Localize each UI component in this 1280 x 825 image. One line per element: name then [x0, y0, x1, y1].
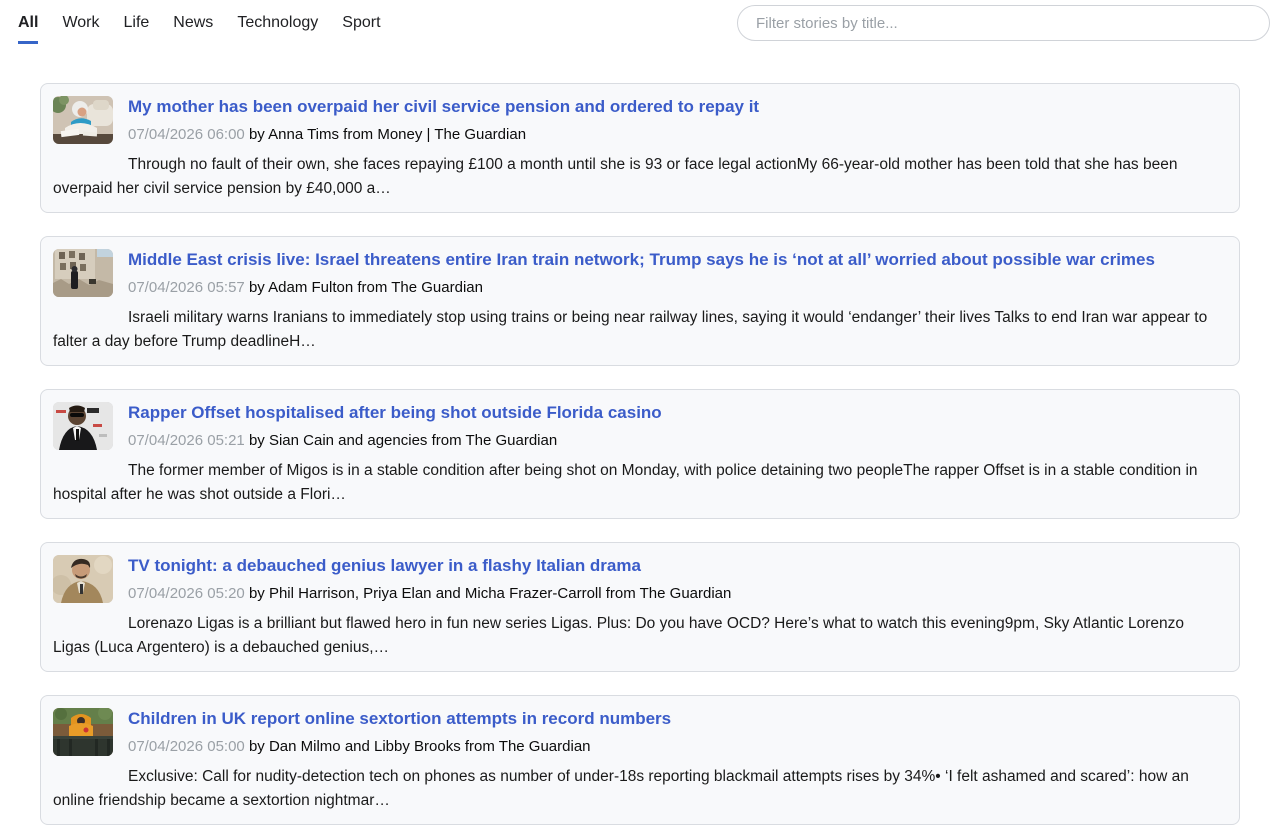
story-byline: by Phil Harrison, Priya Elan and Micha F… — [249, 585, 731, 602]
tab-news[interactable]: News — [173, 13, 213, 41]
story-byline: by Sian Cain and agencies from The Guard… — [249, 432, 557, 449]
story-meta: 07/04/2026 05:21 by Sian Cain and agenci… — [53, 431, 1225, 450]
elderly-woman-illustration — [53, 96, 113, 144]
destroyed-building-illustration — [53, 249, 113, 297]
man-in-sunglasses-illustration — [53, 402, 113, 450]
story-title-link[interactable]: TV tonight: a debauched genius lawyer in… — [53, 555, 1225, 576]
person-in-orange-hoodie-illustration — [53, 708, 113, 756]
story-date: 07/04/2026 06:00 — [128, 126, 245, 143]
tab-sport[interactable]: Sport — [342, 13, 380, 41]
story-thumbnail-offset-image — [53, 402, 113, 450]
story-meta: 07/04/2026 05:20 by Phil Harrison, Priya… — [53, 584, 1225, 603]
story-byline: by Adam Fulton from The Guardian — [249, 279, 483, 296]
man-in-brown-suit-illustration — [53, 555, 113, 603]
tab-work[interactable]: Work — [62, 13, 99, 41]
story-date: 07/04/2026 05:21 — [128, 432, 245, 449]
story-thumbnail-hoodie-image — [53, 708, 113, 756]
filter-container — [737, 5, 1270, 41]
story-title-link[interactable]: Middle East crisis live: Israel threaten… — [53, 249, 1225, 270]
story-thumbnail-elderly-woman-image — [53, 96, 113, 144]
story-card: TV tonight: a debauched genius lawyer in… — [40, 542, 1240, 672]
story-excerpt: Exclusive: Call for nudity-detection tec… — [53, 765, 1225, 813]
story-card: Children in UK report online sextortion … — [40, 695, 1240, 825]
story-thumbnail-rubble-image — [53, 249, 113, 297]
story-meta: 07/04/2026 05:57 by Adam Fulton from The… — [53, 278, 1225, 297]
story-card: Middle East crisis live: Israel threaten… — [40, 236, 1240, 366]
story-excerpt: The former member of Migos is in a stabl… — [53, 459, 1225, 507]
tab-life[interactable]: Life — [124, 13, 150, 41]
tab-all[interactable]: All — [18, 13, 38, 44]
story-date: 07/04/2026 05:00 — [128, 738, 245, 755]
story-excerpt: Lorenazo Ligas is a brilliant but flawed… — [53, 612, 1225, 660]
story-byline: by Anna Tims from Money | The Guardian — [249, 126, 526, 143]
story-card: Rapper Offset hospitalised after being s… — [40, 389, 1240, 519]
story-title-link[interactable]: My mother has been overpaid her civil se… — [53, 96, 1225, 117]
story-meta: 07/04/2026 05:00 by Dan Milmo and Libby … — [53, 737, 1225, 756]
story-title-link[interactable]: Rapper Offset hospitalised after being s… — [53, 402, 1225, 423]
story-title-link[interactable]: Children in UK report online sextortion … — [53, 708, 1225, 729]
story-date: 07/04/2026 05:20 — [128, 585, 245, 602]
tab-technology[interactable]: Technology — [237, 13, 318, 41]
story-card: My mother has been overpaid her civil se… — [40, 83, 1240, 213]
top-bar: All Work Life News Technology Sport — [0, 0, 1280, 47]
story-date: 07/04/2026 05:57 — [128, 279, 245, 296]
story-excerpt: Israeli military warns Iranians to immed… — [53, 306, 1225, 354]
story-list: My mother has been overpaid her civil se… — [40, 83, 1240, 825]
story-thumbnail-actor-image — [53, 555, 113, 603]
story-byline: by Dan Milmo and Libby Brooks from The G… — [249, 738, 591, 755]
story-excerpt: Through no fault of their own, she faces… — [53, 153, 1225, 201]
filter-stories-input[interactable] — [737, 5, 1270, 41]
story-meta: 07/04/2026 06:00 by Anna Tims from Money… — [53, 125, 1225, 144]
